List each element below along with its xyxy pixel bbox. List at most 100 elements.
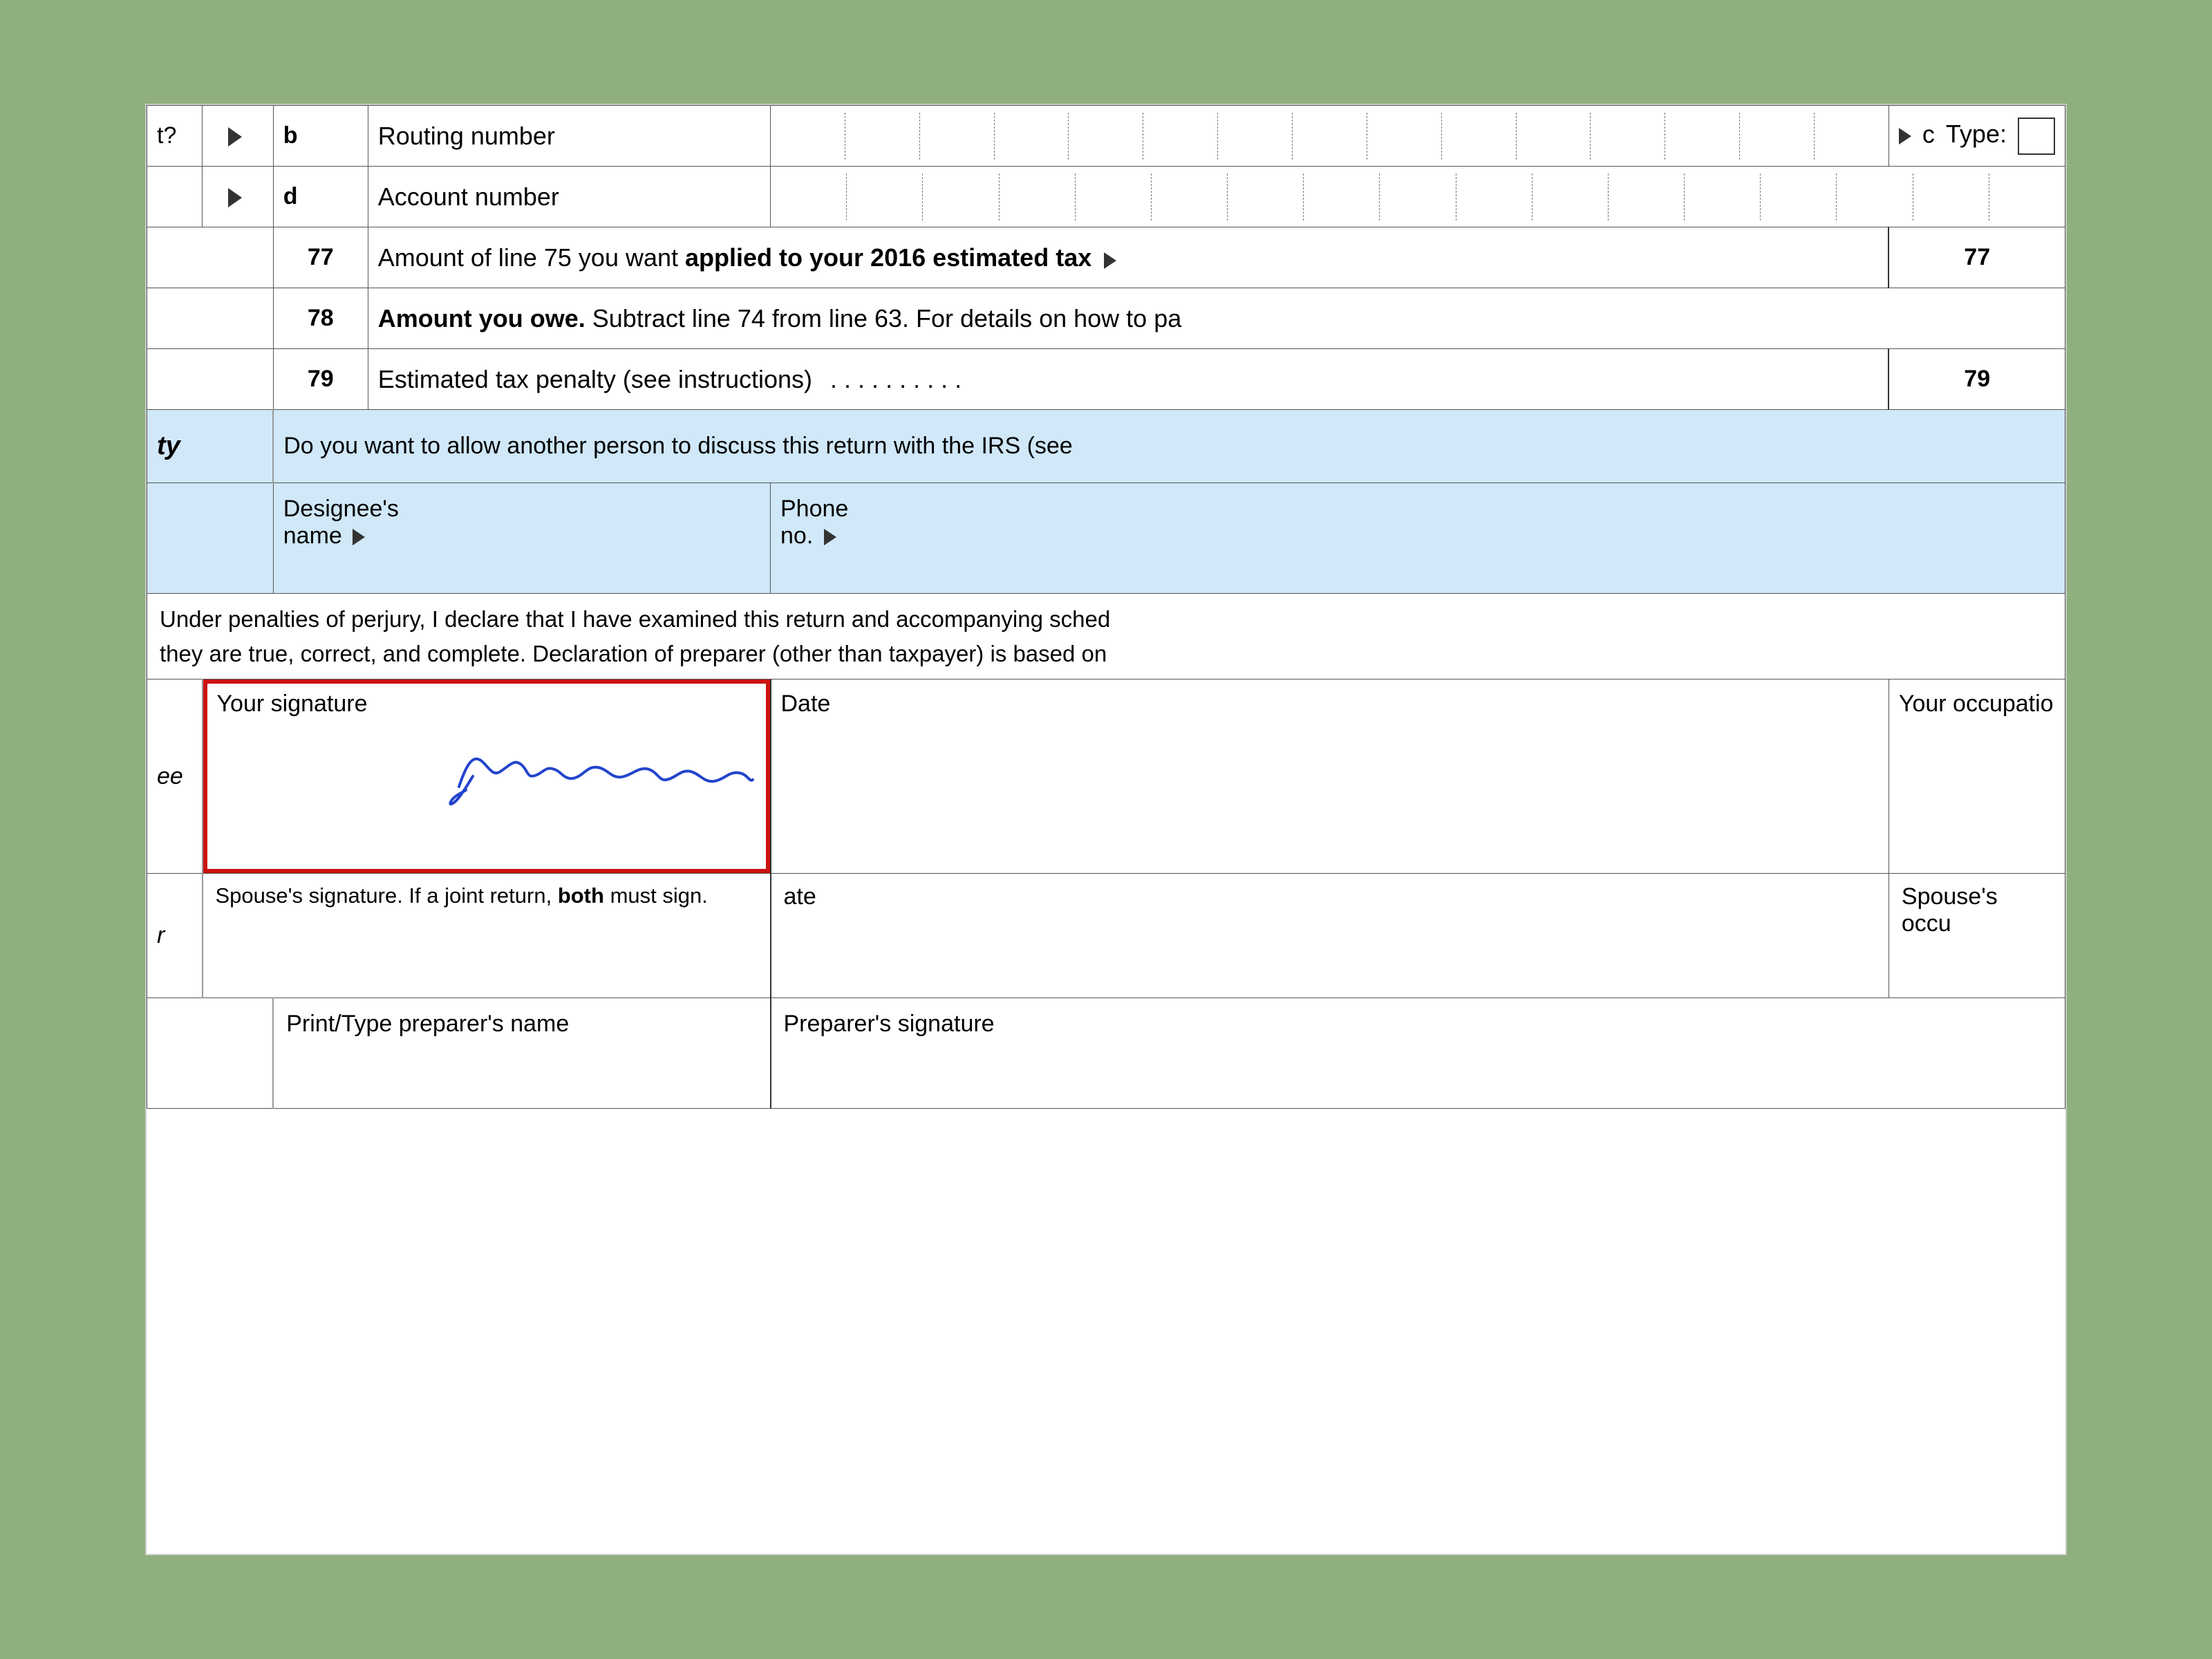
line77-left bbox=[147, 227, 274, 288]
sig-date-label: Date bbox=[781, 691, 831, 717]
line77-num-right: 77 bbox=[1888, 227, 2065, 288]
preparer-sig-cell[interactable]: Preparer's signature bbox=[771, 998, 2065, 1109]
spouse-date-cell[interactable]: ate bbox=[771, 874, 1889, 998]
routing-box-14[interactable] bbox=[1740, 113, 1815, 160]
account-box-11[interactable] bbox=[1533, 174, 1609, 221]
sig-occupation-label: Your occupatio bbox=[1899, 691, 2054, 717]
line79-num-right: 79 bbox=[1888, 349, 2065, 410]
designee-name-sub: name bbox=[283, 523, 342, 549]
routing-box-7[interactable] bbox=[1218, 113, 1293, 160]
account-box-15[interactable] bbox=[1837, 174, 1913, 221]
sig-label: Your signature bbox=[217, 691, 368, 717]
routing-box-2[interactable] bbox=[845, 113, 920, 160]
spouse-occupation-cell: Spouse's occu bbox=[1888, 874, 2065, 998]
question-mark-cell: t? bbox=[147, 106, 203, 167]
routing-input-cell[interactable] bbox=[771, 106, 1889, 167]
routing-box-4[interactable] bbox=[995, 113, 1069, 160]
routing-box-1[interactable] bbox=[771, 113, 845, 160]
account-box-1[interactable] bbox=[771, 174, 847, 221]
sig-container: Your signature bbox=[203, 679, 770, 873]
preparer-left-cell bbox=[147, 998, 274, 1109]
routing-box-10[interactable] bbox=[1442, 113, 1517, 160]
account-box-16[interactable] bbox=[1913, 174, 1989, 221]
b-label: b bbox=[283, 122, 298, 149]
type-label: Type: bbox=[1946, 120, 2007, 148]
signature-row: ee Your signature bbox=[147, 679, 2065, 874]
type-checkbox[interactable] bbox=[2018, 118, 2055, 155]
line-77-row: 77 Amount of line 75 you want applied to… bbox=[147, 227, 2065, 288]
preparer-sig-label: Preparer's signature bbox=[784, 1011, 995, 1037]
line79-desc: Estimated tax penalty (see instructions)… bbox=[368, 349, 1888, 410]
account-box-10[interactable] bbox=[1456, 174, 1533, 221]
line77-arrow bbox=[1104, 249, 1116, 270]
account-box-5[interactable] bbox=[1076, 174, 1152, 221]
sig-left-label-cell: ee bbox=[147, 679, 203, 874]
spouse-left-cell: r bbox=[147, 874, 203, 998]
routing-box-11[interactable] bbox=[1517, 113, 1591, 160]
designee-name-arrow bbox=[353, 529, 365, 545]
line-79-row: 79 Estimated tax penalty (see instructio… bbox=[147, 349, 2065, 410]
routing-number-row: t? b Routing number bbox=[147, 106, 2065, 167]
account-box-7[interactable] bbox=[1228, 174, 1304, 221]
routing-box-12[interactable] bbox=[1591, 113, 1665, 160]
perjury-text2: they are true, correct, and complete. De… bbox=[160, 641, 1107, 666]
routing-label-cell: Routing number bbox=[368, 106, 770, 167]
perjury-cell: Under penalties of perjury, I declare th… bbox=[147, 594, 2065, 679]
designee-name-label: Designee's bbox=[283, 496, 399, 522]
spouse-sig-row: r Spouse's signature. If a joint return,… bbox=[147, 874, 2065, 998]
account-number-row: d Account number bbox=[147, 167, 2065, 227]
designee-phone-arrow bbox=[824, 529, 836, 545]
account-box-8[interactable] bbox=[1304, 174, 1380, 221]
signature-svg bbox=[438, 724, 770, 821]
account-box-9[interactable] bbox=[1380, 174, 1456, 221]
account-box-17[interactable] bbox=[1989, 174, 2065, 221]
d-label: d bbox=[283, 183, 298, 209]
line77-desc-bold: applied to your 2016 estimated tax bbox=[685, 243, 1091, 272]
account-box-3[interactable] bbox=[923, 174, 999, 221]
account-box-6[interactable] bbox=[1152, 174, 1228, 221]
routing-box-6[interactable] bbox=[1143, 113, 1218, 160]
line79-num-end: 79 bbox=[1964, 366, 1990, 392]
sig-date-cell[interactable]: Date bbox=[771, 679, 1889, 874]
line77-num-end: 77 bbox=[1964, 244, 1990, 270]
sig-occupation-cell: Your occupatio bbox=[1888, 679, 2065, 874]
line79-desc-text: Estimated tax penalty (see instructions) bbox=[378, 365, 812, 393]
line77-desc-start: Amount of line 75 you want bbox=[378, 243, 685, 272]
line77-desc: Amount of line 75 you want applied to yo… bbox=[368, 227, 1888, 288]
routing-label: Routing number bbox=[378, 122, 555, 150]
third-party-text: Do you want to allow another person to d… bbox=[283, 433, 1072, 459]
third-party-row: ty Do you want to allow another person t… bbox=[147, 410, 2065, 483]
line79-number: 79 bbox=[308, 366, 334, 392]
routing-box-15[interactable] bbox=[1815, 113, 1888, 160]
routing-box-8[interactable] bbox=[1293, 113, 1367, 160]
account-label-cell: Account number bbox=[368, 167, 770, 227]
spouse-sig-cell[interactable]: Spouse's signature. If a joint return, b… bbox=[203, 874, 771, 998]
routing-boxes bbox=[771, 113, 1888, 160]
account-box-14[interactable] bbox=[1761, 174, 1837, 221]
routing-box-9[interactable] bbox=[1367, 113, 1442, 160]
spouse-sig-label: Spouse's signature. If a joint return, b… bbox=[216, 883, 708, 908]
routing-box-3[interactable] bbox=[920, 113, 995, 160]
account-input-cell[interactable] bbox=[771, 167, 2065, 227]
sig-cell[interactable]: Your signature bbox=[203, 679, 771, 874]
c-type-cell: c Type: bbox=[1888, 106, 2065, 167]
perjury-text1: Under penalties of perjury, I declare th… bbox=[160, 606, 1110, 632]
c-label: c bbox=[1922, 120, 1935, 148]
line78-left bbox=[147, 288, 274, 349]
designee-row: Designee's name Phone no. bbox=[147, 483, 2065, 594]
preparer-name-cell[interactable]: Print/Type preparer's name bbox=[273, 998, 770, 1109]
line78-num: 78 bbox=[273, 288, 368, 349]
line77-num: 77 bbox=[273, 227, 368, 288]
account-box-12[interactable] bbox=[1609, 174, 1685, 221]
account-box-13[interactable] bbox=[1685, 174, 1761, 221]
account-box-2[interactable] bbox=[847, 174, 923, 221]
routing-box-5[interactable] bbox=[1069, 113, 1143, 160]
routing-box-13[interactable] bbox=[1665, 113, 1740, 160]
designee-name-cell: Designee's name bbox=[273, 483, 770, 594]
account-box-4[interactable] bbox=[1000, 174, 1076, 221]
line78-desc: Subtract line 74 from line 63. For detai… bbox=[592, 304, 1181, 332]
c-arrow-icon bbox=[1899, 128, 1911, 144]
designee-no-label: no. bbox=[780, 523, 813, 549]
third-party-desc: Do you want to allow another person to d… bbox=[273, 410, 2065, 483]
account-empty-cell bbox=[147, 167, 203, 227]
